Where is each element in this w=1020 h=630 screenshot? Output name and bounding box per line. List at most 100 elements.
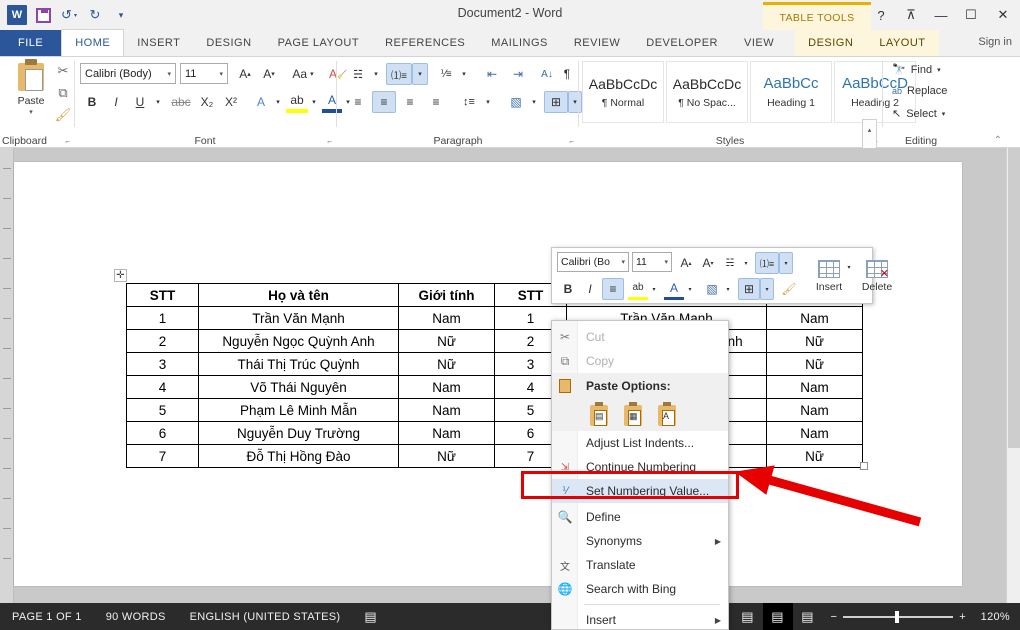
justify-icon[interactable]: ≡	[424, 91, 448, 113]
replace-button[interactable]: ab Replace	[892, 85, 947, 97]
mini-bullets-chevron-down-icon[interactable]: ▾	[740, 252, 752, 274]
subscript-icon[interactable]: X₂	[196, 91, 218, 113]
select-button[interactable]: ↖ Select ▾	[892, 107, 945, 120]
paste-button[interactable]: Paste ▾	[8, 61, 54, 129]
style-heading-1[interactable]: AaBbCc Heading 1	[750, 61, 832, 123]
context-menu-item-insert[interactable]: Insert ▶	[552, 608, 728, 630]
format-painter-icon[interactable]: 🖌	[52, 105, 74, 125]
grow-font-icon[interactable]: A▴	[234, 63, 256, 85]
mini-shading-chevron-down-icon[interactable]: ▾	[722, 278, 734, 300]
paste-keep-source-formatting-icon[interactable]: ▤	[590, 405, 608, 426]
collapse-ribbon-icon[interactable]: ⌃	[994, 135, 1002, 146]
text-highlight-color-icon[interactable]: ab	[286, 91, 308, 113]
tab-home[interactable]: HOME	[61, 29, 124, 56]
paragraph-dialog-launcher[interactable]: ⌐	[569, 137, 574, 146]
font-size-combo[interactable]: 11 ▾	[180, 63, 228, 84]
context-menu-item-adjust-list-indents[interactable]: Adjust List Indents...	[552, 431, 728, 455]
line-spacing-icon[interactable]: ↕≡	[456, 91, 482, 113]
mini-font-size-combo[interactable]: 11 ▾	[632, 252, 672, 272]
highlight-chevron-down-icon[interactable]: ▾	[308, 91, 320, 113]
cell-sex-1[interactable]: Nam	[399, 422, 495, 445]
mini-numbering-icon[interactable]: ⑴≡	[755, 252, 779, 274]
bold-icon[interactable]: B	[82, 91, 102, 113]
table-move-handle[interactable]: ✛	[114, 269, 127, 282]
cell-sex-1[interactable]: Nữ	[399, 445, 495, 468]
numbering-icon[interactable]: ⑴≡	[386, 63, 412, 85]
underline-icon[interactable]: U	[130, 91, 150, 113]
cell-sex-2[interactable]: Nữ	[767, 330, 863, 353]
status-page-indicator[interactable]: PAGE 1 OF 1	[0, 611, 94, 623]
increase-indent-icon[interactable]: ⇥	[506, 63, 530, 85]
multilevel-list-icon[interactable]: ⅟≡	[434, 63, 458, 85]
style-normal[interactable]: AaBbCcDc ¶ Normal	[582, 61, 664, 123]
bullets-icon[interactable]: ☵	[346, 63, 370, 85]
tab-page-layout[interactable]: PAGE LAYOUT	[265, 30, 373, 56]
font-color-icon[interactable]: A	[322, 91, 342, 113]
font-family-combo[interactable]: Calibri (Body) ▾	[80, 63, 176, 84]
read-mode-view-icon[interactable]: ▤	[733, 603, 763, 630]
borders-icon[interactable]: ⊞	[544, 91, 568, 113]
copy-icon[interactable]: ⧉	[52, 83, 74, 103]
mini-highlight-chevron-down-icon[interactable]: ▾	[648, 278, 660, 300]
mini-borders-icon[interactable]: ⊞	[738, 278, 760, 300]
maximize-icon[interactable]: ☐	[956, 0, 986, 30]
paste-keep-text-only-icon[interactable]: A	[658, 405, 676, 426]
tab-table-design[interactable]: DESIGN	[795, 30, 866, 56]
shrink-font-icon[interactable]: A▾	[258, 63, 280, 85]
styles-scroll-up-icon[interactable]: ▴	[863, 120, 876, 140]
context-menu-item-translate[interactable]: 文 Translate	[552, 553, 728, 577]
tab-insert[interactable]: INSERT	[124, 30, 193, 56]
status-language[interactable]: ENGLISH (UNITED STATES)	[178, 611, 353, 623]
mini-numbering-chevron-down-icon[interactable]: ▾	[779, 252, 793, 274]
cell-name-1[interactable]: Nguyễn Duy Trường	[199, 422, 399, 445]
cell-stt-1[interactable]: 5	[127, 399, 199, 422]
context-menu-item-define[interactable]: 🔍 Define	[552, 505, 728, 529]
tab-references[interactable]: REFERENCES	[372, 30, 478, 56]
cell-sex-2[interactable]: Nam	[767, 376, 863, 399]
table-row[interactable]: 3 Thái Thị Trúc Quỳnh Nữ 3 Thái Thị Trúc…	[127, 353, 863, 376]
show-formatting-marks-icon[interactable]: ¶	[558, 63, 576, 85]
cell-name-1[interactable]: Nguyễn Ngọc Quỳnh Anh	[199, 330, 399, 353]
tab-developer[interactable]: DEVELOPER	[633, 30, 731, 56]
table-row[interactable]: 5 Phạm Lê Minh Mẫn Nam 5 Phạm Lê Minh Mẫ…	[127, 399, 863, 422]
cell-sex-1[interactable]: Nữ	[399, 353, 495, 376]
align-center-icon[interactable]: ≡	[372, 91, 396, 113]
mini-grow-font-icon[interactable]: A▴	[676, 252, 696, 274]
mini-shading-icon[interactable]: ▧	[702, 278, 722, 300]
table-row[interactable]: 6 Nguyễn Duy Trường Nam 6 Nguyễn Duy Trư…	[127, 422, 863, 445]
find-chevron-down-icon[interactable]: ▾	[937, 66, 941, 74]
print-layout-view-icon[interactable]: ▤	[763, 603, 793, 630]
mini-borders-chevron-down-icon[interactable]: ▾	[760, 278, 774, 300]
align-left-icon[interactable]: ≡	[346, 91, 370, 113]
mini-format-painter-icon[interactable]: 🖌	[778, 278, 800, 300]
font-dialog-launcher[interactable]: ⌐	[327, 137, 332, 146]
mini-italic-icon[interactable]: I	[580, 278, 600, 300]
shading-chevron-down-icon[interactable]: ▾	[528, 91, 540, 113]
ribbon-display-options-icon[interactable]: ⊼	[896, 0, 926, 30]
zoom-slider-track[interactable]	[843, 616, 953, 618]
style-no-spacing[interactable]: AaBbCcDc ¶ No Spac...	[666, 61, 748, 123]
tab-review[interactable]: REVIEW	[561, 30, 633, 56]
underline-chevron-down-icon[interactable]: ▾	[152, 91, 164, 113]
mini-delete-button[interactable]: ✕ Delete	[852, 250, 902, 302]
numbering-chevron-down-icon[interactable]: ▾	[412, 63, 428, 85]
text-effects-icon[interactable]: A	[250, 91, 272, 113]
cell-name-1[interactable]: Võ Thái Nguyên	[199, 376, 399, 399]
select-chevron-down-icon[interactable]: ▾	[942, 110, 946, 118]
mini-font-family-chevron-down-icon[interactable]: ▾	[618, 258, 628, 266]
mini-font-size-chevron-down-icon[interactable]: ▾	[661, 258, 671, 266]
status-word-count[interactable]: 90 WORDS	[94, 611, 178, 623]
italic-icon[interactable]: I	[106, 91, 126, 113]
cell-name-1[interactable]: Thái Thị Trúc Quỳnh	[199, 353, 399, 376]
mini-bullets-icon[interactable]: ☵	[720, 252, 740, 274]
paste-dropdown-icon[interactable]: ▾	[29, 108, 33, 116]
multilevel-chevron-down-icon[interactable]: ▾	[458, 63, 470, 85]
bullets-chevron-down-icon[interactable]: ▾	[370, 63, 382, 85]
sort-icon[interactable]: A↓	[536, 63, 558, 85]
cell-stt-1[interactable]: 2	[127, 330, 199, 353]
cell-sex-2[interactable]: Nam	[767, 399, 863, 422]
mini-highlight-icon[interactable]: ab	[628, 278, 648, 300]
superscript-icon[interactable]: X²	[220, 91, 242, 113]
web-layout-view-icon[interactable]: ▤	[793, 603, 823, 630]
text-effects-chevron-down-icon[interactable]: ▾	[272, 91, 284, 113]
